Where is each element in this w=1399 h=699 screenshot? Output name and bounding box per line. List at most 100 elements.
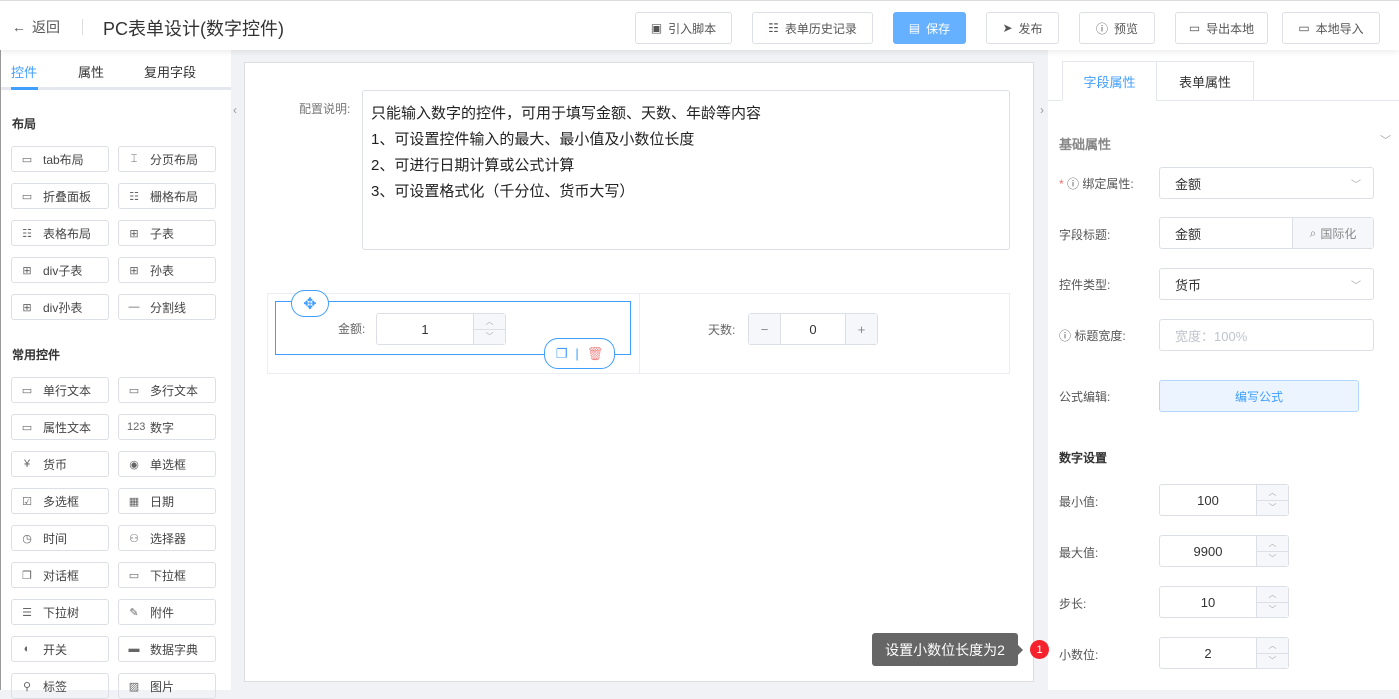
component-common-item[interactable]: ☑ 多选框 — [11, 488, 109, 514]
plus-icon[interactable]: + — [845, 314, 877, 344]
min-input[interactable]: 100 ︿ ﹀ — [1159, 484, 1289, 516]
component-icon: ▭ — [21, 190, 33, 203]
max-label: 最大值: — [1059, 546, 1099, 560]
component-common-item[interactable]: ❐ 对话框 — [11, 562, 109, 588]
divider — [82, 19, 83, 35]
export-button[interactable]: ▭ 导出本地 — [1175, 12, 1268, 44]
step-badge: 1 — [1030, 640, 1049, 659]
increase-icon[interactable]: ︿ — [1257, 638, 1288, 653]
preview-button[interactable]: ⓘ 预览 — [1079, 12, 1155, 44]
component-label: 日期 — [150, 494, 175, 509]
component-common-item[interactable]: ◷ 时间 — [11, 525, 109, 551]
copy-icon[interactable]: ❐ — [556, 346, 568, 362]
label: 保存 — [926, 21, 951, 36]
component-layout-item[interactable]: ▭ 折叠面板 — [11, 183, 109, 209]
decrease-icon[interactable]: ﹀ — [1257, 550, 1288, 567]
component-layout-item[interactable]: ⊞ 孙表 — [118, 257, 216, 283]
increase-icon[interactable]: ︿ — [1257, 485, 1288, 500]
component-common-item[interactable]: ▨ 图片 — [118, 673, 216, 699]
increase-icon[interactable]: ︿ — [1257, 587, 1288, 602]
step-input[interactable]: 10 ︿ ﹀ — [1159, 586, 1289, 618]
component-layout-item[interactable]: ⊞ div子表 — [11, 257, 109, 283]
component-common-item[interactable]: ▭ 单行文本 — [11, 377, 109, 403]
component-common-item[interactable]: ⚲ 标签 — [11, 673, 109, 699]
control-type-select[interactable]: 货币 ﹀ — [1159, 268, 1374, 300]
component-icon: ❐ — [22, 569, 32, 582]
import-local-button[interactable]: ▭ 本地导入 — [1282, 12, 1380, 44]
history-button[interactable]: ☷ 表单历史记录 — [752, 12, 873, 44]
basic-section-title: 基础属性 — [1059, 137, 1112, 152]
decimal-input[interactable]: 2 ︿ ﹀ — [1159, 637, 1289, 669]
component-label: 栅格布局 — [150, 189, 199, 204]
component-layout-item[interactable]: ⊞ div孙表 — [11, 294, 109, 320]
config-line: 2、可进行日期计算或公式计算 — [371, 157, 575, 174]
decrease-icon[interactable]: ﹀ — [474, 328, 505, 345]
tab-controls[interactable]: 控件 — [11, 62, 37, 81]
component-layout-item[interactable]: ▭ tab布局 — [11, 146, 109, 172]
component-label: 数字 — [150, 420, 175, 435]
config-description[interactable]: 只能输入数字的控件，可用于填写金额、天数、年龄等内容 1、可设置控件输入的最大、… — [362, 90, 1010, 250]
property-panel: 字段属性 表单属性 基础属性 ﹀ * ⓘ 绑定属性: 金额 ﹀ 字段标题: 金额 … — [1048, 50, 1399, 690]
component-common-item[interactable]: ▭ 下拉框 — [118, 562, 216, 588]
component-layout-item[interactable]: — 分割线 — [118, 294, 216, 320]
i18n-button[interactable]: ⌕ 国际化 — [1292, 218, 1373, 248]
delete-icon[interactable]: 🗑 — [587, 346, 604, 362]
tab-form-properties[interactable]: 表单属性 — [1156, 61, 1254, 101]
import-script-button[interactable]: ▣ 引入脚本 — [635, 12, 732, 44]
collapse-left-icon[interactable]: ‹ — [233, 103, 237, 117]
component-common-item[interactable]: ▭ 属性文本 — [11, 414, 109, 440]
decrease-icon[interactable]: ﹀ — [1257, 601, 1288, 618]
chevron-down-icon[interactable]: ﹀ — [1380, 132, 1391, 148]
tab-properties[interactable]: 属性 — [78, 62, 104, 81]
field-actions: ❐ | 🗑 — [544, 338, 615, 369]
column-divider — [639, 294, 640, 373]
component-label: 附件 — [150, 605, 175, 620]
component-layout-item[interactable]: ⌶ 分页布局 — [118, 146, 216, 172]
value: 9900 — [1193, 543, 1223, 559]
move-icon[interactable]: ✥ — [291, 290, 329, 317]
save-button[interactable]: ▤ 保存 — [893, 12, 966, 44]
edit-formula-button[interactable]: 编写公式 — [1159, 380, 1359, 412]
increase-icon[interactable]: ︿ — [474, 314, 505, 329]
field-title-input[interactable]: 金额 ⌕ 国际化 — [1159, 217, 1374, 249]
decrease-icon[interactable]: ﹀ — [1257, 652, 1288, 669]
tab-reuse-fields[interactable]: 复用字段 — [144, 62, 196, 81]
component-layout-item[interactable]: ☷ 栅格布局 — [118, 183, 216, 209]
back-button[interactable]: ← 返回 — [12, 17, 60, 37]
question-icon: ⓘ — [1095, 21, 1108, 36]
component-layout-item[interactable]: ☷ 表格布局 — [11, 220, 109, 246]
tab-field-properties[interactable]: 字段属性 — [1062, 61, 1157, 101]
component-icon: ☷ — [22, 227, 32, 240]
component-label: 下拉树 — [43, 605, 80, 620]
component-common-item[interactable]: ▦ 日期 — [118, 488, 216, 514]
number-section-title: 数字设置 — [1059, 451, 1108, 465]
max-input[interactable]: 9900 ︿ ﹀ — [1159, 535, 1289, 567]
component-label: 属性文本 — [43, 420, 92, 435]
component-common-item[interactable]: ✎ 附件 — [118, 599, 216, 625]
component-common-item[interactable]: ☰ 下拉树 — [11, 599, 109, 625]
value: 0 — [809, 321, 817, 337]
component-common-item[interactable]: ◐ 开关 — [11, 636, 109, 662]
decrease-icon[interactable]: ﹀ — [1257, 499, 1288, 516]
days-stepper[interactable]: − 0 + — [748, 313, 878, 345]
increase-icon[interactable]: ︿ — [1257, 536, 1288, 551]
component-layout-item[interactable]: ⊞ 子表 — [118, 220, 216, 246]
component-icon: ▦ — [128, 495, 140, 508]
publish-button[interactable]: ➤ 发布 — [986, 12, 1059, 44]
component-icon: ▨ — [128, 680, 140, 693]
component-common-item[interactable]: ▭ 多行文本 — [118, 377, 216, 403]
minus-icon[interactable]: − — [749, 314, 781, 344]
label: 发布 — [1018, 21, 1043, 36]
collapse-right-icon[interactable]: › — [1040, 103, 1044, 117]
title-width-input[interactable]: 宽度：100% — [1159, 319, 1374, 351]
component-common-item[interactable]: 123 数字 — [118, 414, 216, 440]
component-common-item[interactable]: ▬ 数据字典 — [118, 636, 216, 662]
component-common-item[interactable]: ¥ 货币 — [11, 451, 109, 477]
bind-property-select[interactable]: 金额 ﹀ — [1159, 167, 1374, 199]
section-common: 常用控件 — [12, 348, 61, 362]
component-common-item[interactable]: ⚇ 选择器 — [118, 525, 216, 551]
config-line: 只能输入数字的控件，可用于填写金额、天数、年龄等内容 — [371, 105, 762, 122]
component-common-item[interactable]: ◉ 单选框 — [118, 451, 216, 477]
component-icon: ▬ — [128, 643, 140, 655]
amount-input[interactable]: 1 ︿ ﹀ — [376, 313, 506, 345]
